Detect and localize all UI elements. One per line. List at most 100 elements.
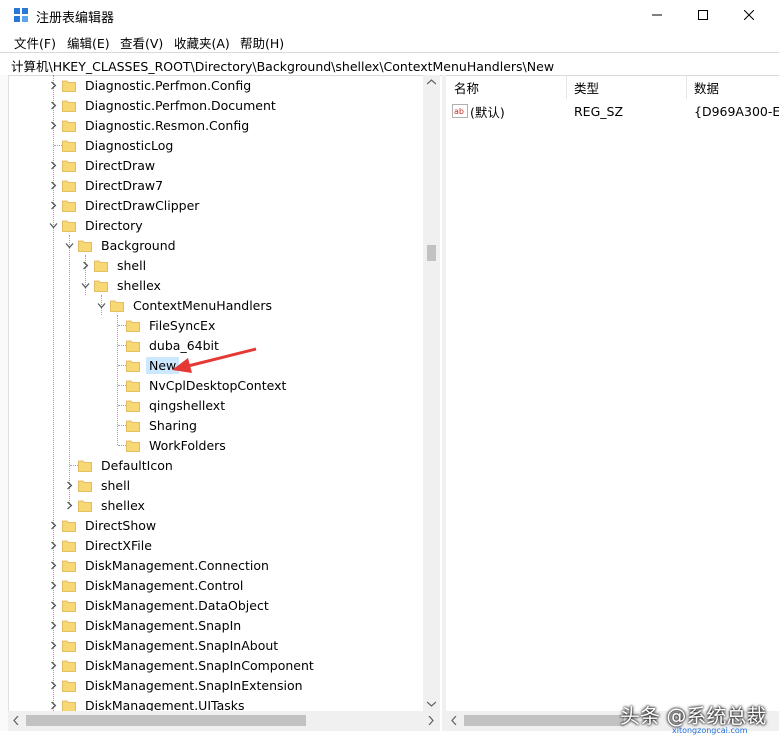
tree-item[interactable]: DiskManagement.SnapInComponent [62,655,317,675]
column-separator[interactable] [686,75,687,99]
tree-item-label: qingshellext [149,397,226,413]
chevron-right-icon[interactable] [81,261,90,270]
tree-item[interactable]: DiskManagement.SnapIn [62,615,244,635]
tree-item[interactable]: shellex [94,275,164,295]
value-row[interactable]: ab (默认) [452,101,505,121]
column-header-type[interactable]: 类型 [574,75,599,99]
chevron-right-icon[interactable] [49,621,58,630]
chevron-right-icon[interactable] [65,501,74,510]
tree-horizontal-scrollbar[interactable] [8,711,440,731]
scroll-down-arrow-icon[interactable] [427,701,436,707]
tree-guide-line [118,385,126,386]
chevron-right-icon[interactable] [49,521,58,530]
scroll-up-arrow-icon[interactable] [427,79,436,85]
column-header-name[interactable]: 名称 [454,75,479,99]
values-horizontal-scroll-thumb[interactable] [464,715,624,726]
close-button[interactable] [726,0,772,30]
chevron-down-icon[interactable] [81,281,90,290]
values-pane[interactable]: 名称 类型 数据 ab (默认) REG_SZ {D969A300-E [446,75,779,711]
chevron-right-icon[interactable] [49,641,58,650]
tree-item[interactable]: ContextMenuHandlers [110,295,275,315]
tree-item[interactable]: shell [78,475,133,495]
chevron-right-icon[interactable] [49,561,58,570]
column-header-data[interactable]: 数据 [694,75,719,99]
tree-item[interactable]: FileSyncEx [126,315,218,335]
chevron-right-icon[interactable] [49,701,58,710]
tree-item[interactable]: DirectXFile [62,535,155,555]
annotation-arrow-icon [172,347,257,373]
chevron-down-icon[interactable] [49,221,58,230]
chevron-right-icon[interactable] [49,81,58,90]
tree-item-label: Diagnostic.Resmon.Config [85,117,250,133]
folder-icon [62,580,76,592]
tree-item-label: DiskManagement.SnapInExtension [85,677,303,693]
tree-item[interactable]: DirectDraw7 [62,175,166,195]
chevron-right-icon[interactable] [49,601,58,610]
tree-item[interactable]: Diagnostic.Perfmon.Document [62,95,279,115]
tree-horizontal-scroll-thumb[interactable] [26,715,306,726]
minimize-button[interactable] [634,0,680,30]
menu-help[interactable]: 帮助(H) [240,33,284,52]
value-data-text: {D969A300-E [694,103,779,119]
tree-guide-line [118,365,126,366]
tree-vertical-scroll-thumb[interactable] [427,245,436,261]
tree-item-label: DirectDraw7 [85,177,164,193]
chevron-right-icon[interactable] [49,121,58,130]
folder-icon [126,340,140,352]
chevron-down-icon[interactable] [97,301,106,310]
tree-item[interactable]: WorkFolders [126,435,229,455]
scroll-right-arrow-icon[interactable] [428,716,434,725]
menu-file[interactable]: 文件(F) [14,33,56,52]
column-separator[interactable] [566,75,567,99]
chevron-right-icon[interactable] [65,481,74,490]
scroll-left-arrow-icon[interactable] [451,716,457,725]
tree-item-label: shellex [101,497,145,513]
tree-item[interactable]: DirectDraw [62,155,158,175]
address-path[interactable]: 计算机\HKEY_CLASSES_ROOT\Directory\Backgrou… [11,56,554,75]
tree-item[interactable]: Background [78,235,179,255]
tree-item[interactable]: qingshellext [126,395,228,415]
chevron-right-icon[interactable] [49,201,58,210]
tree-item[interactable]: DiskManagement.SnapInAbout [62,635,281,655]
tree-item-label: DiskManagement.DataObject [85,597,269,613]
tree-item-label: DiskManagement.UITasks [85,697,245,712]
chevron-right-icon[interactable] [49,181,58,190]
watermark-text: 头条 @系统总裁 [620,704,767,728]
folder-icon [126,320,140,332]
chevron-right-icon[interactable] [49,581,58,590]
tree-item[interactable]: DiskManagement.Control [62,575,246,595]
maximize-button[interactable] [680,0,726,30]
tree-item[interactable]: DiskManagement.Connection [62,555,272,575]
tree-item-label: DirectXFile [85,537,152,553]
tree-item-label: shellex [117,277,161,293]
chevron-down-icon[interactable] [65,241,74,250]
chevron-right-icon[interactable] [49,541,58,550]
tree-item[interactable]: DiskManagement.SnapInExtension [62,675,306,695]
tree-item[interactable]: DirectDrawClipper [62,195,202,215]
tree-item[interactable]: DirectShow [62,515,159,535]
close-icon [744,10,754,20]
tree-item[interactable]: DiskManagement.DataObject [62,595,272,615]
tree-item[interactable]: Sharing [126,415,200,435]
chevron-right-icon[interactable] [49,101,58,110]
chevron-right-icon[interactable] [49,681,58,690]
address-bar[interactable]: 计算机\HKEY_CLASSES_ROOT\Directory\Backgrou… [0,52,779,76]
tree-vertical-scrollbar[interactable] [423,75,440,711]
tree-item[interactable]: shell [94,255,149,275]
key-tree[interactable]: Diagnostic.Perfmon.Config Diagnostic.Perf… [8,75,440,711]
folder-icon [110,300,124,312]
menu-favorites[interactable]: 收藏夹(A) [174,33,230,52]
tree-item[interactable]: shellex [78,495,148,515]
tree-item[interactable]: DefaultIcon [78,455,176,475]
tree-item[interactable]: DiskManagement.UITasks [62,695,248,711]
chevron-right-icon[interactable] [49,661,58,670]
menu-view[interactable]: 查看(V) [120,33,163,52]
menu-edit[interactable]: 编辑(E) [67,33,110,52]
tree-item[interactable]: Diagnostic.Resmon.Config [62,115,252,135]
chevron-right-icon[interactable] [49,161,58,170]
scroll-left-arrow-icon[interactable] [13,716,19,725]
tree-guide-line [118,325,126,326]
tree-item[interactable]: Diagnostic.Perfmon.Config [62,75,254,95]
tree-item[interactable]: Directory [62,215,146,235]
tree-item[interactable]: DiagnosticLog [62,135,176,155]
